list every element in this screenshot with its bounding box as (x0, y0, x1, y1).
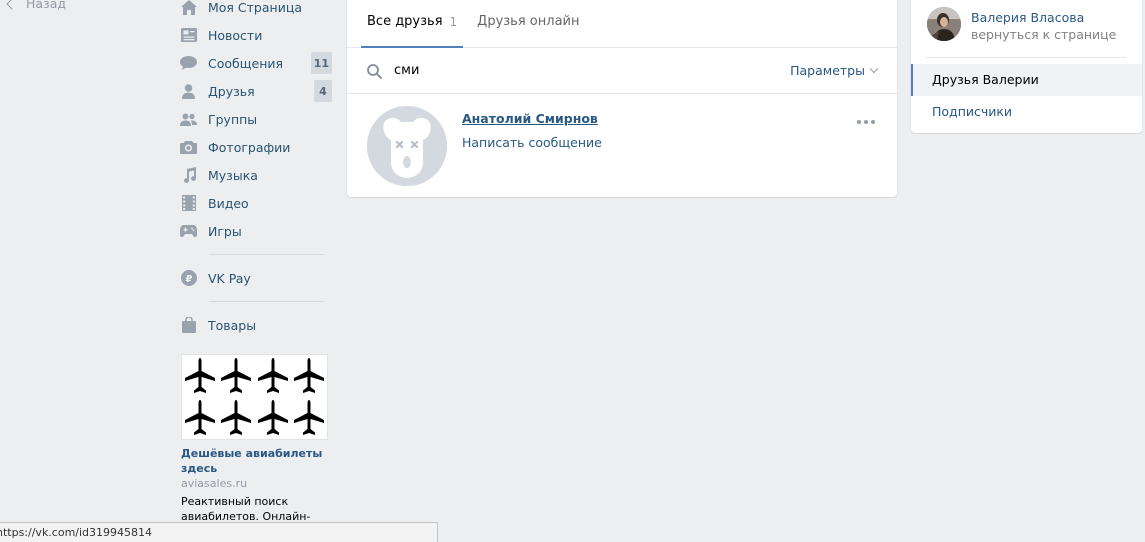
friends-count-badge: 4 (314, 80, 332, 102)
menu-item-label: Музыка (208, 167, 258, 183)
menu-item-label: Игры (208, 223, 242, 239)
menu-item-label: Группы (208, 111, 258, 127)
airplane-icon (182, 355, 218, 397)
menu-item-my-page[interactable]: Моя Страница (180, 0, 332, 21)
avatar[interactable] (367, 106, 447, 186)
back-link[interactable]: Назад (6, 0, 67, 11)
tab-count: 1 (449, 14, 458, 29)
menu-item-label: Новости (208, 27, 263, 43)
menu-item-groups[interactable]: Группы (180, 105, 332, 133)
ad-title[interactable]: Дешёвые авиабилеты здесь (181, 446, 328, 476)
dot (864, 120, 868, 124)
news-icon (180, 27, 197, 44)
menu-item-photos[interactable]: Фотографии (180, 133, 332, 161)
messages-icon (180, 55, 197, 72)
user-name-link[interactable]: Валерия Власова (971, 10, 1084, 25)
dot (871, 120, 875, 124)
airplane-icon (218, 397, 254, 439)
menu-item-label: VK Pay (208, 270, 251, 286)
tab-label: Все друзья (367, 14, 443, 29)
back-to-page-link[interactable]: вернуться к странице (971, 27, 1116, 42)
friends-search-input[interactable] (394, 60, 774, 80)
user-avatar[interactable] (927, 7, 961, 41)
chevron-down-icon (869, 64, 879, 73)
parameters-label: Параметры (790, 63, 865, 78)
gamepad-icon (180, 223, 197, 240)
menu-item-news[interactable]: Новости (180, 21, 332, 49)
search-parameters-button[interactable]: Параметры (790, 63, 879, 78)
messages-count-badge: 11 (310, 52, 332, 74)
menu-item-video[interactable]: Видео (180, 189, 332, 217)
right-nav-item-followers[interactable]: Подписчики (911, 96, 1142, 128)
menu-item-goods[interactable]: Товары (180, 311, 332, 339)
airplane-icon (291, 355, 327, 397)
friends-tabs: Все друзья 1 Друзья онлайн (347, 0, 897, 48)
tab-label: Друзья онлайн (477, 14, 580, 29)
ad-image[interactable] (181, 354, 328, 440)
groups-icon (180, 111, 197, 128)
menu-item-label: Видео (208, 195, 249, 211)
tab-all-friends[interactable]: Все друзья 1 (361, 0, 464, 48)
camera-icon (180, 139, 197, 156)
menu-item-label: Моя Страница (208, 0, 302, 15)
search-icon (367, 64, 382, 83)
menu-item-label: Товары (208, 317, 257, 333)
shopping-bag-icon (180, 317, 197, 334)
menu-item-games[interactable]: Игры (180, 217, 332, 245)
ruble-icon: ₽ (180, 270, 197, 287)
left-menu: Моя Страница Новости Сообщения 11 Друзья… (180, 0, 332, 339)
music-icon (180, 167, 197, 184)
airplane-icon (291, 397, 327, 439)
friends-search-bar: Параметры (347, 48, 897, 94)
friends-panel: Все друзья 1 Друзья онлайн Параметры (347, 0, 897, 197)
back-link-label: Назад (26, 0, 67, 11)
menu-item-label: Сообщения (208, 55, 284, 71)
deactivated-dog-icon (367, 106, 447, 186)
friends-icon (180, 83, 197, 100)
friend-list-item: Анатолий Смирнов Написать сообщение (347, 94, 897, 198)
video-icon (180, 195, 197, 212)
send-message-link[interactable]: Написать сообщение (462, 135, 602, 150)
menu-item-friends[interactable]: Друзья 4 (180, 77, 332, 105)
user-photo (927, 7, 961, 41)
user-card[interactable]: Валерия Власова вернуться к странице (926, 0, 1127, 58)
menu-item-label: Друзья (208, 83, 255, 99)
ad-domain: aviasales.ru (181, 477, 248, 490)
browser-status-bar: https://vk.com/id319945814 (0, 522, 438, 542)
more-actions-icon[interactable] (857, 120, 875, 124)
advertisement[interactable]: Дешёвые авиабилеты здесь aviasales.ru Ре… (181, 354, 328, 524)
menu-item-messages[interactable]: Сообщения 11 (180, 49, 332, 77)
svg-text:₽: ₽ (185, 274, 192, 285)
airplane-icon (218, 355, 254, 397)
menu-divider (209, 254, 324, 255)
chevron-left-icon (6, 0, 18, 10)
right-panel: Валерия Власова вернуться к странице Дру… (911, 0, 1142, 133)
airplane-icon (255, 397, 291, 439)
friend-name-link[interactable]: Анатолий Смирнов (462, 111, 598, 126)
menu-divider (209, 301, 324, 302)
menu-item-vkpay[interactable]: ₽ VK Pay (180, 264, 332, 292)
menu-item-label: Фотографии (208, 139, 291, 155)
menu-item-music[interactable]: Музыка (180, 161, 332, 189)
dot (857, 120, 861, 124)
home-icon (180, 0, 197, 16)
ad-description: Реактивный поиск авиабилетов. Онлайн- (181, 495, 311, 523)
tab-friends-online[interactable]: Друзья онлайн (471, 0, 585, 47)
airplane-icon (255, 355, 291, 397)
right-nav-item-friends[interactable]: Друзья Валерии (911, 64, 1142, 96)
airplane-icon (182, 397, 218, 439)
right-nav: Друзья Валерии Подписчики (911, 64, 1142, 128)
